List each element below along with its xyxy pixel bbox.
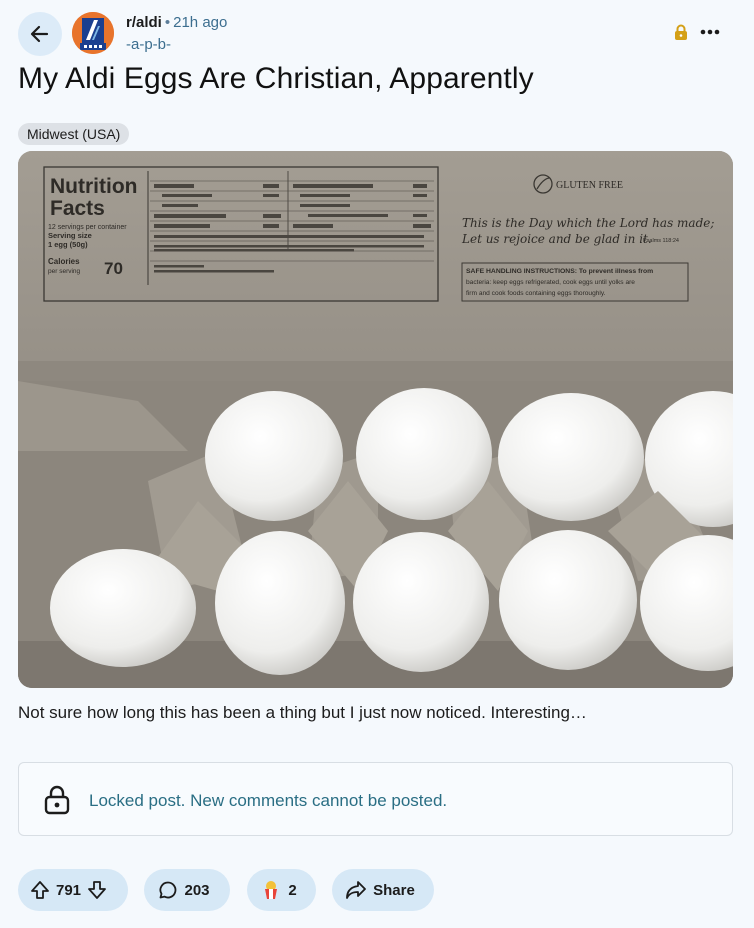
- more-horizontal-icon: [700, 29, 720, 35]
- servings-text: 12 servings per container: [48, 224, 127, 231]
- post-meta: r/aldi • 21h ago -a-p-b-: [126, 14, 227, 53]
- downvote-button[interactable]: [87, 880, 107, 900]
- post-title: My Aldi Eggs Are Christian, Apparently: [18, 62, 534, 95]
- calories-per-label: per serving: [48, 268, 81, 275]
- post-header: r/aldi • 21h ago -a-p-b-: [18, 10, 736, 58]
- bible-verse-line2: Let us rejoice and be glad in it.: [461, 232, 652, 246]
- award-button[interactable]: 2: [247, 869, 316, 911]
- vote-count: 791: [56, 881, 82, 899]
- share-button[interactable]: Share: [332, 869, 434, 911]
- share-icon: [346, 881, 367, 899]
- comments-button[interactable]: 203: [144, 869, 230, 911]
- lock-icon: [43, 785, 71, 820]
- locked-message: Locked post. New comments cannot be post…: [89, 791, 448, 810]
- post-time: 21h ago: [173, 14, 228, 31]
- downvote-icon: [88, 881, 106, 899]
- safe-handling-line3: firm and cook foods containing eggs thor…: [466, 290, 606, 297]
- bible-verse-line1: This is the Day which the Lord has made;: [462, 216, 714, 230]
- upvote-icon: [31, 881, 49, 899]
- post-image[interactable]: Nutrition Facts 12 servings per containe…: [18, 151, 733, 688]
- post-flair[interactable]: Midwest (USA): [18, 123, 130, 145]
- subreddit-avatar[interactable]: [72, 12, 114, 54]
- comment-count: 203: [184, 881, 210, 899]
- comment-icon: [159, 881, 177, 899]
- upvote-button[interactable]: [30, 880, 50, 900]
- award-icon: [265, 881, 278, 899]
- serving-size-value: 1 egg (50g): [48, 240, 88, 249]
- award-count: 2: [288, 881, 297, 899]
- aldi-logo-icon: [72, 12, 114, 54]
- nutrition-title-1: Nutrition: [50, 175, 137, 198]
- vote-bar: 791: [18, 869, 128, 911]
- post-body: Not sure how long this has been a thing …: [18, 703, 587, 722]
- calories-label: Calories: [48, 257, 80, 266]
- serving-size-label: Serving size: [48, 231, 92, 240]
- bible-verse-reference: Psalms 118:24: [643, 238, 679, 244]
- locked-notice: Locked post. New comments cannot be post…: [18, 762, 733, 836]
- author-username[interactable]: -a-p-b-: [126, 36, 227, 53]
- safe-handling-line2: bacteria: keep eggs refrigerated, cook e…: [466, 279, 635, 286]
- egg-carton-photo: Nutrition Facts 12 servings per containe…: [18, 151, 733, 688]
- subreddit-name[interactable]: r/aldi: [126, 14, 162, 31]
- meta-separator: •: [164, 14, 171, 31]
- lock-badge-icon: [674, 24, 688, 45]
- gluten-free-text: GLUTEN FREE: [556, 180, 623, 191]
- safe-handling-line1: SAFE HANDLING INSTRUCTIONS: To prevent i…: [466, 268, 653, 275]
- nutrition-title-2: Facts: [50, 197, 105, 220]
- calories-value: 70: [104, 259, 123, 278]
- share-label: Share: [373, 881, 415, 899]
- arrow-left-icon: [30, 25, 49, 43]
- more-options-button[interactable]: [696, 20, 724, 44]
- back-button[interactable]: [18, 12, 62, 56]
